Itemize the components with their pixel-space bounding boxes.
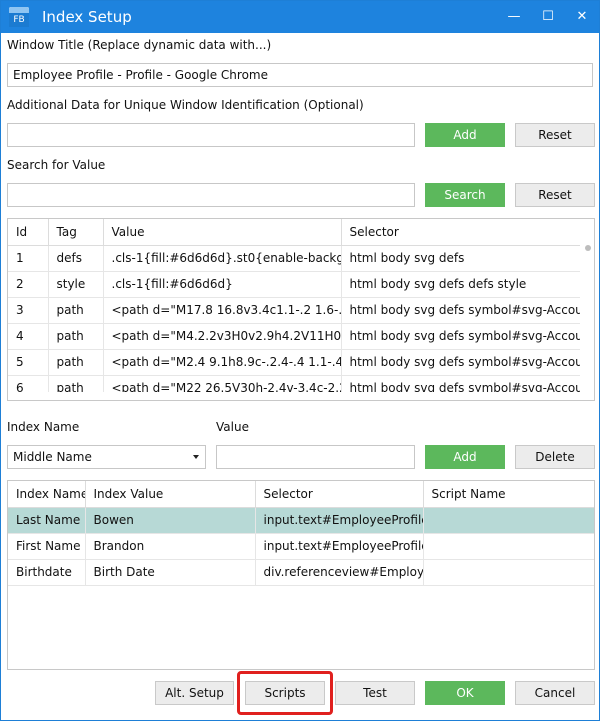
table-row[interactable]: First Name Brandon input.text#EmployeePr…	[8, 533, 594, 560]
additional-reset-button[interactable]: Reset	[515, 123, 595, 147]
index-table[interactable]: Index Name Index Value Selector Script N…	[7, 480, 595, 670]
column-header-id[interactable]: Id	[8, 219, 49, 246]
search-button[interactable]: Search	[425, 183, 505, 207]
cell-index-name: Birthdate	[8, 559, 86, 586]
index-name-select[interactable]: Middle Name	[7, 445, 206, 469]
cell-value: <path d="M4.2.2v3H0v2.9h4.2V11H0v2.9h4	[103, 323, 342, 350]
app-logo-text: FB	[9, 13, 29, 27]
cell-index-name: Last Name	[8, 507, 86, 534]
ok-button[interactable]: OK	[425, 681, 505, 705]
cell-tag: path	[48, 349, 104, 376]
table-row[interactable]: Last Name Bowen input.text#EmployeeProfi…	[8, 507, 594, 534]
search-reset-button[interactable]: Reset	[515, 183, 595, 207]
index-add-button[interactable]: Add	[425, 445, 505, 469]
cell-id: 2	[8, 271, 49, 298]
cell-id: 5	[8, 349, 49, 376]
index-value-label: Value	[216, 420, 249, 434]
cell-script-name	[423, 533, 594, 560]
window-title-label: Window Title (Replace dynamic data with.…	[7, 38, 272, 52]
cell-selector: div.referenceview#EmployeeI	[255, 559, 424, 586]
elements-table-header: Id Tag Value Selector	[8, 219, 583, 246]
cell-selector: input.text#EmployeeProfile_N	[255, 533, 424, 560]
table-row[interactable]: 5 path <path d="M2.4 9.1h8.9c-.2.4-.4 1.…	[8, 349, 583, 376]
elements-table[interactable]: Id Tag Value Selector 1 defs .cls-1{fill…	[7, 218, 595, 401]
cell-selector: html body svg defs	[341, 245, 583, 272]
index-value-input[interactable]	[216, 445, 415, 469]
test-button[interactable]: Test	[335, 681, 415, 705]
index-name-label: Index Name	[7, 420, 80, 434]
cell-value: .cls-1{fill:#6d6d6d}	[103, 271, 342, 298]
column-header-selector[interactable]: Selector	[341, 219, 583, 246]
cell-value: .cls-1{fill:#6d6d6d}.st0{enable-backgrou…	[103, 245, 342, 272]
cell-index-value: Brandon	[85, 533, 256, 560]
cell-id: 4	[8, 323, 49, 350]
minimize-button[interactable]: —	[497, 1, 531, 33]
elements-vertical-scrollbar[interactable]	[580, 219, 594, 400]
cell-index-value: Bowen	[85, 507, 256, 534]
cell-tag: style	[48, 271, 104, 298]
column-header-selector[interactable]: Selector	[255, 481, 424, 508]
cancel-button[interactable]: Cancel	[515, 681, 595, 705]
alt-setup-button[interactable]: Alt. Setup	[155, 681, 234, 705]
additional-data-input[interactable]	[7, 123, 415, 147]
column-header-index-name[interactable]: Index Name	[8, 481, 86, 508]
window-title-input[interactable]: Employee Profile - Profile - Google Chro…	[7, 63, 593, 87]
search-input[interactable]	[7, 183, 415, 207]
column-header-tag[interactable]: Tag	[48, 219, 104, 246]
cell-script-name	[423, 559, 594, 586]
index-name-selected: Middle Name	[13, 450, 92, 464]
cell-selector: html body svg defs defs style	[341, 271, 583, 298]
cell-selector: html body svg defs symbol#svg-Account_p	[341, 323, 583, 350]
window-title: Index Setup	[42, 8, 132, 26]
cell-script-name	[423, 507, 594, 534]
column-header-value[interactable]: Value	[103, 219, 342, 246]
table-row[interactable]: 2 style .cls-1{fill:#6d6d6d} html body s…	[8, 271, 583, 298]
table-row[interactable]: 3 path <path d="M17.8 16.8v3.4c1.1-.2 1.…	[8, 297, 583, 324]
cell-value: <path d="M2.4 9.1h8.9c-.2.4-.4 1.1-.4 1.…	[103, 349, 342, 376]
close-button[interactable]: ✕	[565, 1, 599, 33]
cell-tag: path	[48, 297, 104, 324]
index-setup-window: FB Index Setup — ☐ ✕ Window Title (Repla…	[0, 0, 600, 721]
cell-tag: defs	[48, 245, 104, 272]
table-row[interactable]: Birthdate Birth Date div.referenceview#E…	[8, 559, 594, 586]
cell-tag: path	[48, 323, 104, 350]
scripts-highlight-annotation	[237, 671, 333, 715]
table-row[interactable]: 4 path <path d="M4.2.2v3H0v2.9h4.2V11H0v…	[8, 323, 583, 350]
column-header-index-value[interactable]: Index Value	[85, 481, 256, 508]
index-delete-button[interactable]: Delete	[515, 445, 595, 469]
elements-horizontal-scrollbar[interactable]	[8, 392, 582, 400]
app-logo-icon: FB	[9, 7, 29, 27]
title-bar: FB Index Setup — ☐ ✕	[1, 1, 599, 33]
chevron-down-icon	[193, 455, 199, 459]
cell-index-name: First Name	[8, 533, 86, 560]
cell-id: 1	[8, 245, 49, 272]
cell-selector: input.text#EmployeeProfile_N	[255, 507, 424, 534]
additional-add-button[interactable]: Add	[425, 123, 505, 147]
table-row[interactable]: 1 defs .cls-1{fill:#6d6d6d}.st0{enable-b…	[8, 245, 583, 272]
cell-index-value: Birth Date	[85, 559, 256, 586]
cell-id: 3	[8, 297, 49, 324]
cell-selector: html body svg defs symbol#svg-AccountP	[341, 349, 583, 376]
cell-value: <path d="M17.8 16.8v3.4c1.1-.2 1.6-.7 1.…	[103, 297, 342, 324]
search-label: Search for Value	[7, 158, 106, 172]
maximize-button[interactable]: ☐	[531, 1, 565, 33]
column-header-script-name[interactable]: Script Name	[423, 481, 594, 508]
cell-selector: html body svg defs symbol#svg-Account_p	[341, 297, 583, 324]
additional-data-label: Additional Data for Unique Window Identi…	[7, 98, 364, 112]
index-table-header: Index Name Index Value Selector Script N…	[8, 481, 594, 508]
